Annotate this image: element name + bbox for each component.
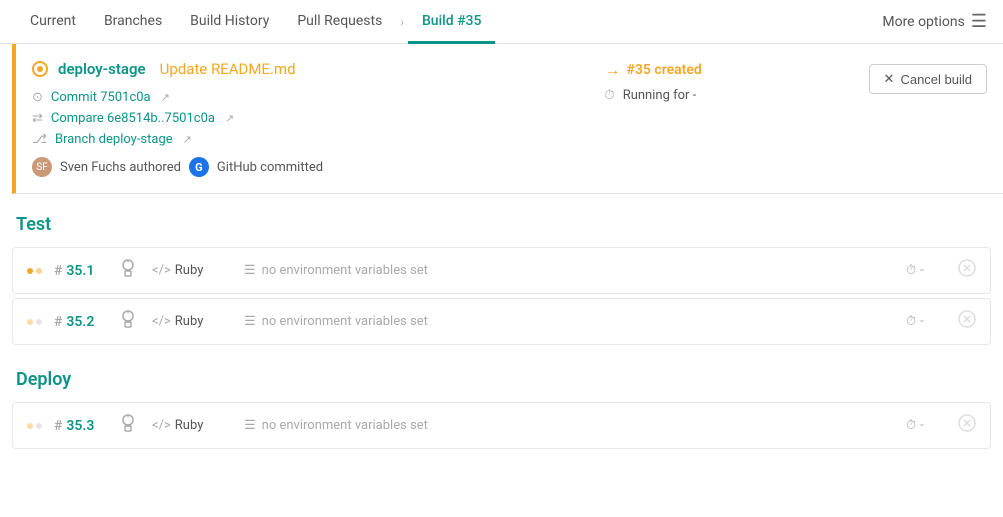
tab-build-history[interactable]: Build History xyxy=(176,1,283,44)
job-language: </> Ruby xyxy=(152,418,232,433)
env-value: no environment variables set xyxy=(262,263,428,278)
job-time: ⏱- xyxy=(906,263,946,278)
tab-pull-requests[interactable]: Pull Requests xyxy=(283,1,396,44)
stage-status-dot xyxy=(32,61,48,77)
compare-row: ⇄ Compare 6e8514b..7501c0a ↗ xyxy=(32,111,589,126)
time-value: - xyxy=(920,418,924,433)
env-value: no environment variables set xyxy=(262,418,428,433)
language-name: Ruby xyxy=(175,263,204,278)
ext-link-branch: ↗ xyxy=(183,133,192,146)
branch-row: ⎇ Branch deploy-stage ↗ xyxy=(32,132,589,147)
robot-icon xyxy=(116,258,140,283)
job-cancel-icon[interactable] xyxy=(958,310,976,333)
code-brackets: </> xyxy=(152,263,171,278)
branch-link[interactable]: Branch deploy-stage xyxy=(55,132,173,147)
job-number: #35.1 xyxy=(54,263,104,279)
build-right: → #35 created ⏱ Running for - xyxy=(589,60,869,177)
code-brackets: </> xyxy=(152,418,171,433)
time-clock-icon: ⏱ xyxy=(906,263,916,278)
job-language: </> Ruby xyxy=(152,263,232,278)
job-status-indicator xyxy=(27,319,42,325)
job-row[interactable]: #35.3 </> Ruby ☰ no environment variables se… xyxy=(12,402,991,449)
job-env-vars: ☰ no environment variables set xyxy=(244,418,894,433)
hash-icon: # xyxy=(54,418,62,434)
build-arrow-icon: → xyxy=(605,60,621,80)
github-icon: G xyxy=(189,157,209,177)
build-number-row: → #35 created xyxy=(605,60,869,80)
time-value: - xyxy=(920,263,924,278)
commit-row: ⊙ Commit 7501c0a ↗ xyxy=(32,90,589,105)
committer-label: GitHub committed xyxy=(217,160,323,175)
compare-link[interactable]: Compare 6e8514b..7501c0a xyxy=(51,111,215,126)
env-icon: ☰ xyxy=(244,263,256,278)
running-label: Running for - xyxy=(623,88,697,103)
time-value: - xyxy=(920,314,924,329)
tab-build35[interactable]: Build #35 xyxy=(408,1,496,44)
build-cancel-area: ✕ Cancel build xyxy=(869,60,987,177)
tab-current[interactable]: Current xyxy=(16,1,90,44)
build-info-section: deploy-stage Update README.md ⊙ Commit 7… xyxy=(12,44,1003,194)
env-icon: ☰ xyxy=(244,418,256,433)
hash-icon: # xyxy=(54,314,62,330)
job-env-vars: ☰ no environment variables set xyxy=(244,263,894,278)
job-language: </> Ruby xyxy=(152,314,232,329)
cancel-build-button[interactable]: ✕ Cancel build xyxy=(869,64,987,94)
clock-icon: ⏱ xyxy=(605,88,615,103)
cancel-build-label: Cancel build xyxy=(900,72,972,87)
job-cancel-icon[interactable] xyxy=(958,259,976,282)
language-name: Ruby xyxy=(175,418,204,433)
sections-container: Test #35.1 </> Ruby ☰ no environment variable… xyxy=(0,194,1003,449)
cancel-x-icon: ✕ xyxy=(884,71,895,87)
avatar: SF xyxy=(32,157,52,177)
commit-message: Update README.md xyxy=(160,60,296,78)
job-status-indicator xyxy=(27,423,42,429)
job-row[interactable]: #35.1 </> Ruby ☰ no environment variables se… xyxy=(12,247,991,294)
job-time: ⏱- xyxy=(906,418,946,433)
job-number-value: 35.3 xyxy=(66,418,94,434)
robot-icon xyxy=(116,309,140,334)
env-value: no environment variables set xyxy=(262,314,428,329)
job-number: #35.2 xyxy=(54,314,104,330)
job-time: ⏱- xyxy=(906,314,946,329)
running-row: ⏱ Running for - xyxy=(605,88,869,103)
more-options-button[interactable]: More options ☰ xyxy=(882,11,987,32)
job-number: #35.3 xyxy=(54,418,104,434)
job-number-value: 35.2 xyxy=(66,314,94,330)
time-clock-icon: ⏱ xyxy=(906,314,916,329)
commit-link[interactable]: Commit 7501c0a xyxy=(51,90,151,105)
job-row[interactable]: #35.2 </> Ruby ☰ no environment variables se… xyxy=(12,298,991,345)
compare-icon: ⇄ xyxy=(32,111,43,126)
time-clock-icon: ⏱ xyxy=(906,418,916,433)
author-row: SF Sven Fuchs authored G GitHub committe… xyxy=(32,157,589,177)
ext-link-compare: ↗ xyxy=(225,112,234,125)
hamburger-icon: ☰ xyxy=(971,11,987,32)
robot-icon xyxy=(116,413,140,438)
job-number-value: 35.1 xyxy=(66,263,94,279)
author-label: Sven Fuchs authored xyxy=(60,160,181,175)
nav-bar: Current Branches Build History Pull Requ… xyxy=(0,0,1003,44)
build-left: deploy-stage Update README.md ⊙ Commit 7… xyxy=(16,60,589,177)
tab-branches[interactable]: Branches xyxy=(90,1,176,44)
section-header-deploy: Deploy xyxy=(0,349,1003,398)
build-number-label: #35 created xyxy=(627,62,702,78)
job-status-indicator xyxy=(27,268,42,274)
env-icon: ☰ xyxy=(244,314,256,329)
ext-link-commit: ↗ xyxy=(161,91,170,104)
job-env-vars: ☰ no environment variables set xyxy=(244,314,894,329)
section-header-test: Test xyxy=(0,194,1003,243)
stage-row: deploy-stage Update README.md xyxy=(32,60,589,78)
code-brackets: </> xyxy=(152,314,171,329)
job-cancel-icon[interactable] xyxy=(958,414,976,437)
commit-icon: ⊙ xyxy=(32,90,43,105)
language-name: Ruby xyxy=(175,314,204,329)
stage-name: deploy-stage xyxy=(58,60,146,78)
breadcrumb-chevron: › xyxy=(400,15,404,29)
hash-icon: # xyxy=(54,263,62,279)
branch-icon: ⎇ xyxy=(32,132,47,147)
